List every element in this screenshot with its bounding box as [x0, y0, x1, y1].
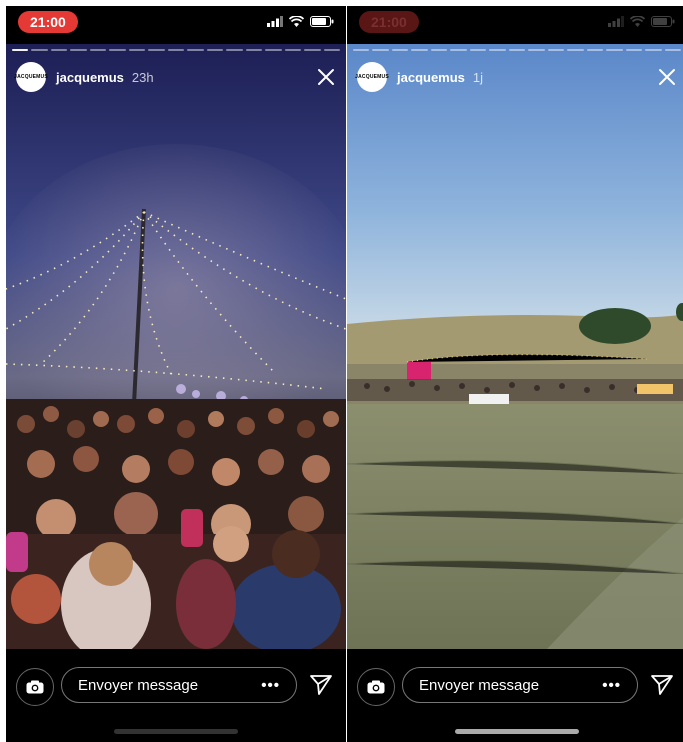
story-progress [353, 49, 681, 51]
ellipsis-icon[interactable]: ••• [602, 677, 621, 694]
reply-bar: Envoyer message ••• [347, 649, 683, 742]
story-header: JACQUEMUS jacquemus 23h [14, 60, 336, 94]
battery-icon [310, 16, 334, 27]
cellular-signal-icon [608, 16, 624, 27]
story-media[interactable]: JACQUEMUS jacquemus 1j [347, 44, 683, 649]
story-header: JACQUEMUS jacquemus 1j [355, 60, 677, 94]
send-icon[interactable] [309, 673, 333, 697]
story-media[interactable]: JACQUEMUS jacquemus 23h [6, 44, 346, 649]
account-name[interactable]: jacquemus [397, 70, 465, 85]
avatar[interactable]: JACQUEMUS [355, 62, 389, 92]
avatar-logo-text: JACQUEMUS [355, 74, 389, 80]
camera-button[interactable] [16, 668, 54, 706]
home-indicator [455, 729, 579, 734]
close-icon[interactable] [657, 67, 677, 87]
cellular-signal-icon [267, 16, 283, 27]
close-icon[interactable] [316, 67, 336, 87]
story-age: 1j [472, 69, 484, 85]
story-age: 23h [131, 69, 154, 85]
avatar-logo-text: JACQUEMUS [14, 74, 48, 80]
send-message-input[interactable]: Envoyer message ••• [402, 667, 638, 703]
wifi-icon [630, 16, 645, 27]
avatar[interactable]: JACQUEMUS [14, 62, 48, 92]
status-time: 21:00 [18, 11, 78, 33]
reply-bar: Envoyer message ••• [6, 649, 346, 742]
message-placeholder: Envoyer message [78, 676, 199, 694]
status-bar: 21:00 [347, 6, 683, 44]
account-name[interactable]: jacquemus [56, 70, 124, 85]
story-screen-2: 21:00 JACQUEMUS jacquemus 1j Envoyer mes… [347, 6, 683, 742]
battery-icon [651, 16, 675, 27]
camera-icon [26, 680, 44, 694]
message-placeholder: Envoyer message [419, 676, 540, 694]
status-time: 21:00 [359, 11, 419, 33]
story-screen-1: 21:00 JACQUEMUS jacquemus 23h Envoyer me… [6, 6, 346, 742]
story-progress [12, 49, 340, 51]
story-image-field [347, 44, 683, 649]
camera-icon [367, 680, 385, 694]
story-image-concert [6, 44, 346, 649]
home-indicator [114, 729, 238, 734]
status-bar: 21:00 [6, 6, 346, 44]
ellipsis-icon[interactable]: ••• [261, 677, 280, 694]
camera-button[interactable] [357, 668, 395, 706]
send-message-input[interactable]: Envoyer message ••• [61, 667, 297, 703]
send-icon[interactable] [650, 673, 674, 697]
wifi-icon [289, 16, 304, 27]
